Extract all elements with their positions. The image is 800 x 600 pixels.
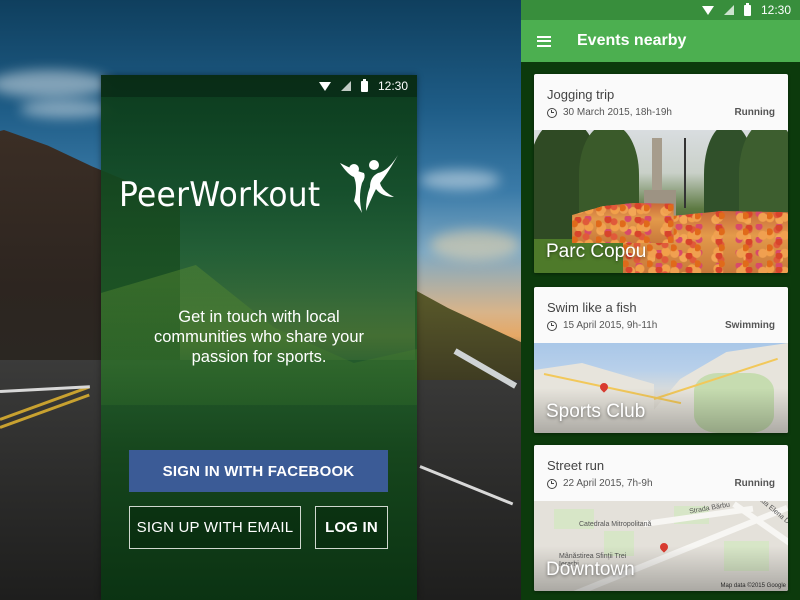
event-card-header: Swim like a fish 15 April 2015, 9h-11h S… xyxy=(534,287,788,343)
event-meta: 22 April 2015, 7h-9h Running xyxy=(547,478,775,489)
two-people-jumping-icon xyxy=(339,155,398,213)
status-bar: 12:30 xyxy=(101,75,417,97)
street-lamp xyxy=(684,138,686,208)
app-bar: Events nearby xyxy=(521,20,800,62)
event-card-header: Street run 22 April 2015, 7h-9h Running xyxy=(534,445,788,501)
event-place: Downtown xyxy=(546,559,635,580)
battery-icon xyxy=(743,2,751,16)
cloud xyxy=(430,230,520,260)
event-category: Running xyxy=(734,107,775,118)
event-title: Street run xyxy=(547,458,605,473)
status-time: 12:30 xyxy=(760,3,791,17)
event-card[interactable]: Jogging trip 30 March 2015, 18h-19h Runn… xyxy=(534,74,788,273)
status-time: 12:30 xyxy=(377,79,408,93)
cloud xyxy=(20,100,110,118)
page-title: Events nearby xyxy=(577,32,687,49)
event-datetime: 30 March 2015, 18h-19h xyxy=(563,107,672,118)
hamburger-menu-icon[interactable] xyxy=(537,35,551,47)
cloud xyxy=(420,170,500,190)
event-category: Swimming xyxy=(724,320,775,331)
signal-icon xyxy=(340,81,351,91)
signal-icon xyxy=(723,5,734,15)
events-screen: 12:30 Events nearby Jogging trip 30 Marc… xyxy=(521,0,800,600)
status-bar: 12:30 xyxy=(521,0,800,20)
coastal-map: Sports Club xyxy=(534,343,788,433)
event-card[interactable]: Swim like a fish 15 April 2015, 9h-11h S… xyxy=(534,287,788,433)
event-datetime: 15 April 2015, 9h-11h xyxy=(563,320,658,331)
event-title: Jogging trip xyxy=(547,87,615,102)
city-map: Catedrala Mitropolitană Strada Bărbu Str… xyxy=(534,501,788,591)
event-datetime: 22 April 2015, 7h-9h xyxy=(563,478,653,489)
event-category: Running xyxy=(734,478,775,489)
app-name: PeerWorkout xyxy=(119,175,321,215)
sign-in-facebook-button[interactable]: SIGN IN WITH FACEBOOK xyxy=(129,450,388,492)
log-in-button[interactable]: LOG IN xyxy=(315,506,388,549)
clock-icon xyxy=(547,107,557,118)
login-screen: 12:30 PeerWorkout Get in touch with loca… xyxy=(101,75,417,600)
event-card-header: Jogging trip 30 March 2015, 18h-19h Runn… xyxy=(534,74,788,130)
event-meta: 15 April 2015, 9h-11h Swimming xyxy=(547,320,775,331)
clock-icon xyxy=(547,478,557,489)
event-place: Sports Club xyxy=(546,401,646,422)
wifi-icon xyxy=(318,81,331,91)
event-title: Swim like a fish xyxy=(547,300,637,315)
event-place: Parc Copou xyxy=(546,241,647,262)
battery-icon xyxy=(360,78,368,92)
clock-icon xyxy=(547,320,557,331)
park-photo: Parc Copou xyxy=(534,130,788,273)
wifi-icon xyxy=(701,5,714,15)
event-card[interactable]: Street run 22 April 2015, 7h-9h Running … xyxy=(534,445,788,591)
tagline: Get in touch with local communities who … xyxy=(153,308,364,366)
event-meta: 30 March 2015, 18h-19h Running xyxy=(547,107,775,118)
sign-up-email-button[interactable]: SIGN UP WITH EMAIL xyxy=(129,506,301,549)
app-logo: PeerWorkout xyxy=(119,153,406,215)
